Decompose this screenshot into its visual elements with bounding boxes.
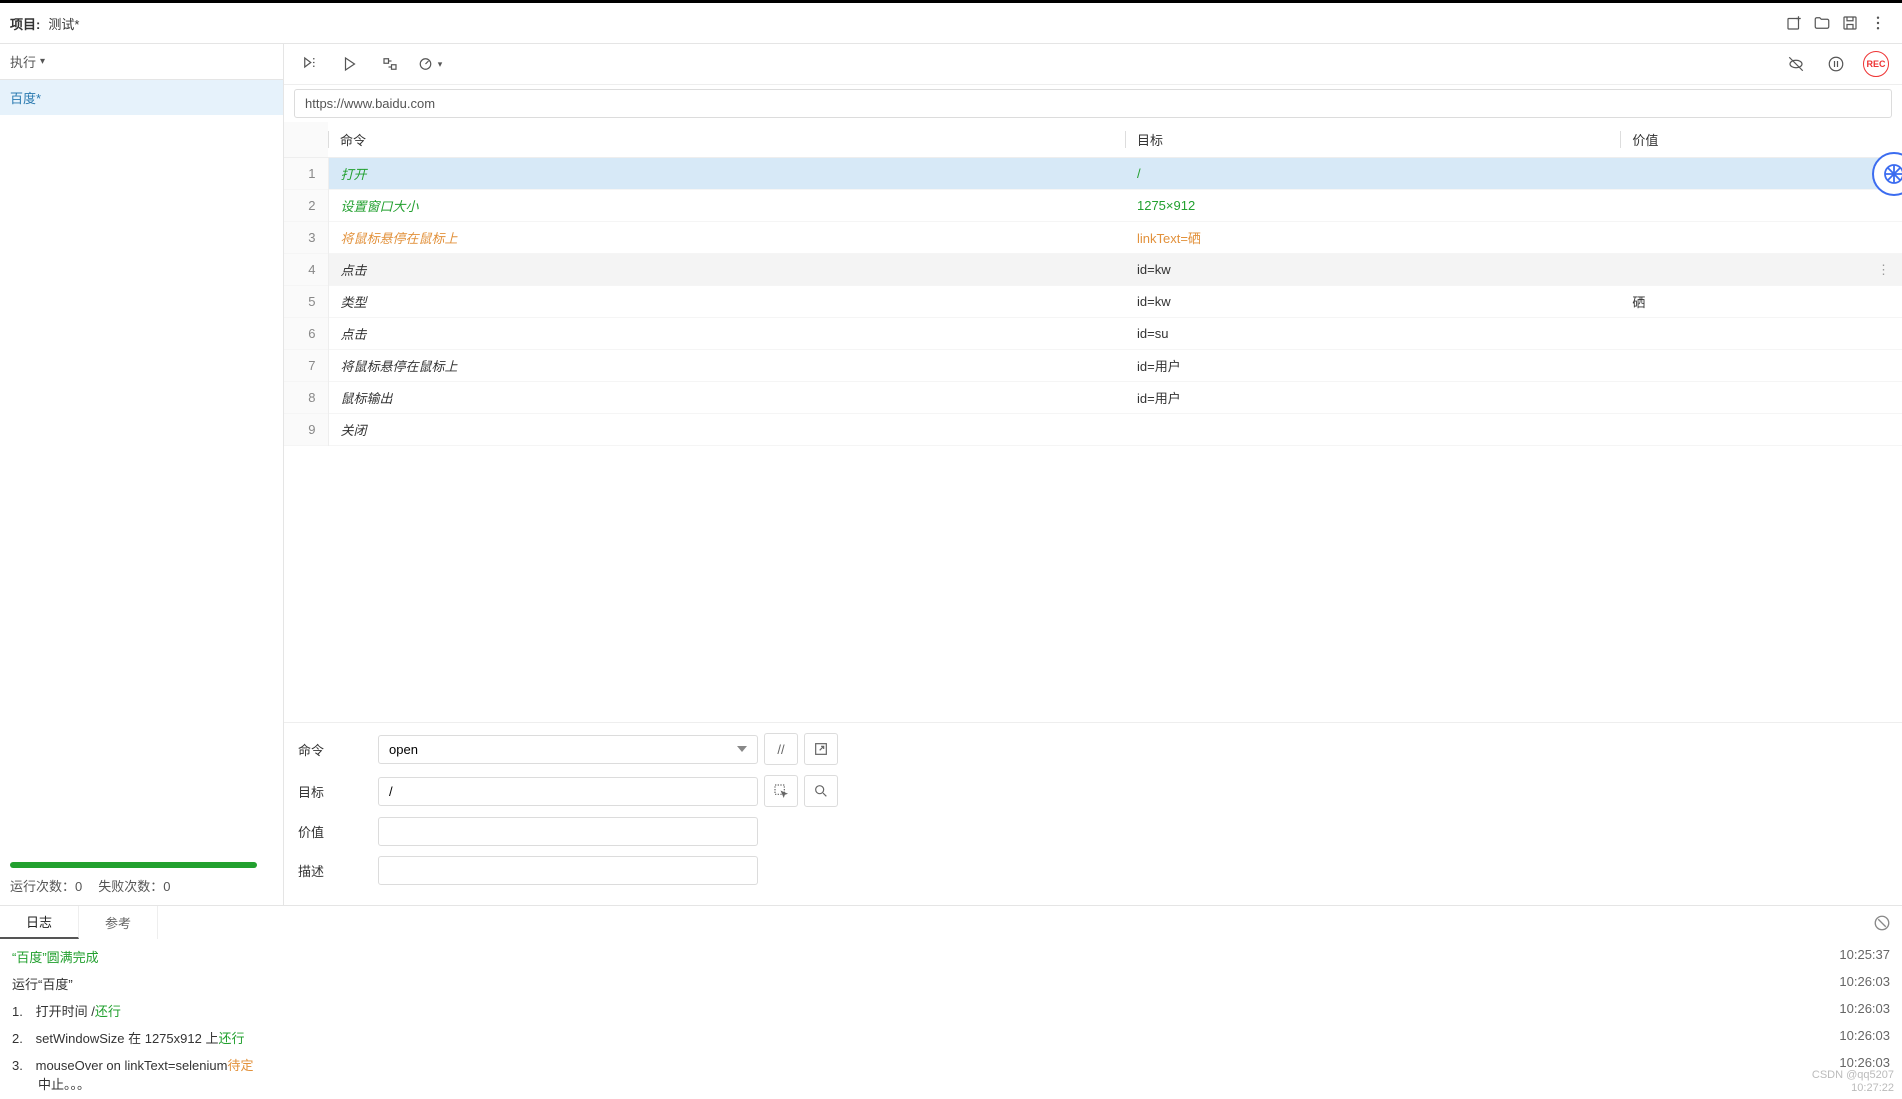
new-project-icon[interactable] [1780,9,1808,37]
speed-icon[interactable]: ▾ [414,50,446,78]
table-row[interactable]: 4点击id=kw⋮ [284,254,1902,286]
col-value[interactable]: 价值 [1620,122,1902,158]
editor-value-label: 价值 [298,822,378,841]
run-counts: 运行次数：0 失败次数：0 [0,876,283,905]
base-url-input[interactable] [294,89,1892,118]
steps-table: 命令 目标 价值 1打开/2设置窗口大小1275×9123将鼠标悬停在鼠标上li… [284,122,1902,446]
sidebar: 执行 ▾ 百度* 运行次数：0 失败次数：0 [0,44,284,905]
log-line: 1. 打开时间 /还行10:26:03 [0,997,1902,1024]
table-row[interactable]: 7将鼠标悬停在鼠标上id=用户 [284,350,1902,382]
editor-desc-label: 描述 [298,861,378,880]
select-target-button[interactable] [764,775,798,807]
value-input[interactable] [378,817,758,846]
editor-target-label: 目标 [298,782,378,801]
pause-icon[interactable] [1820,50,1852,78]
log-line: 运行“百度”10:26:03 [0,970,1902,997]
description-input[interactable] [378,856,758,885]
save-icon[interactable] [1836,9,1864,37]
table-row[interactable]: 6点击id=su [284,318,1902,350]
tab-log[interactable]: 日志 [0,906,79,939]
test-item[interactable]: 百度* [0,80,283,115]
table-row[interactable]: 5类型id=kw硒 [284,286,1902,318]
col-target[interactable]: 目标 [1125,122,1620,158]
toolbar: ▾ REC [284,44,1902,85]
main-panel: ▾ REC 命令 目标 价值 1打开/2设置窗口大小1275×9123将 [284,44,1902,905]
more-menu-icon[interactable] [1864,9,1892,37]
log-line: 3. mouseOver on linkText=selenium待定中止。。。… [0,1051,1902,1097]
disable-breakpoints-icon[interactable] [1780,50,1812,78]
record-button[interactable]: REC [1860,50,1892,78]
watermark: CSDN @qq5207 10:27:22 [1812,1069,1894,1095]
command-editor: 命令 open // 目标 价值 描述 [284,722,1902,905]
run-icon[interactable] [334,50,366,78]
project-name: 测试* [48,14,79,33]
table-row[interactable]: 3将鼠标悬停在鼠标上linkText=硒 [284,222,1902,254]
tab-reference[interactable]: 参考 [79,906,158,939]
bottom-tabs: 日志 参考 [0,905,1902,939]
row-more-icon[interactable]: ⋮ [1877,262,1890,278]
table-row[interactable]: 8鼠标输出id=用户 [284,382,1902,414]
find-target-button[interactable] [804,775,838,807]
table-row[interactable]: 9关闭 [284,414,1902,446]
command-select[interactable]: open [378,735,758,764]
clear-log-icon[interactable] [1862,914,1902,932]
exec-dropdown[interactable]: 执行 ▾ [0,44,283,80]
log-panel: “百度”圆满完成10:25:37运行“百度”10:26:031. 打开时间 /还… [0,939,1902,1099]
run-all-icon[interactable] [294,50,326,78]
toggle-comment-button[interactable]: // [764,733,798,765]
open-folder-icon[interactable] [1808,9,1836,37]
progress-bar [0,862,283,876]
open-reference-button[interactable] [804,733,838,765]
log-line: “百度”圆满完成10:25:37 [0,943,1902,970]
log-line: 2. setWindowSize 在 1275x912 上还行10:26:03 [0,1024,1902,1051]
titlebar: 项目: 测试* [0,3,1902,44]
col-command[interactable]: 命令 [328,122,1125,158]
table-row[interactable]: 1打开/ [284,158,1902,190]
chevron-down-icon: ▾ [40,56,45,67]
editor-cmd-label: 命令 [298,740,378,759]
step-icon[interactable] [374,50,406,78]
target-input[interactable] [378,777,758,806]
table-row[interactable]: 2设置窗口大小1275×912 [284,190,1902,222]
project-label: 项目: [10,14,40,33]
